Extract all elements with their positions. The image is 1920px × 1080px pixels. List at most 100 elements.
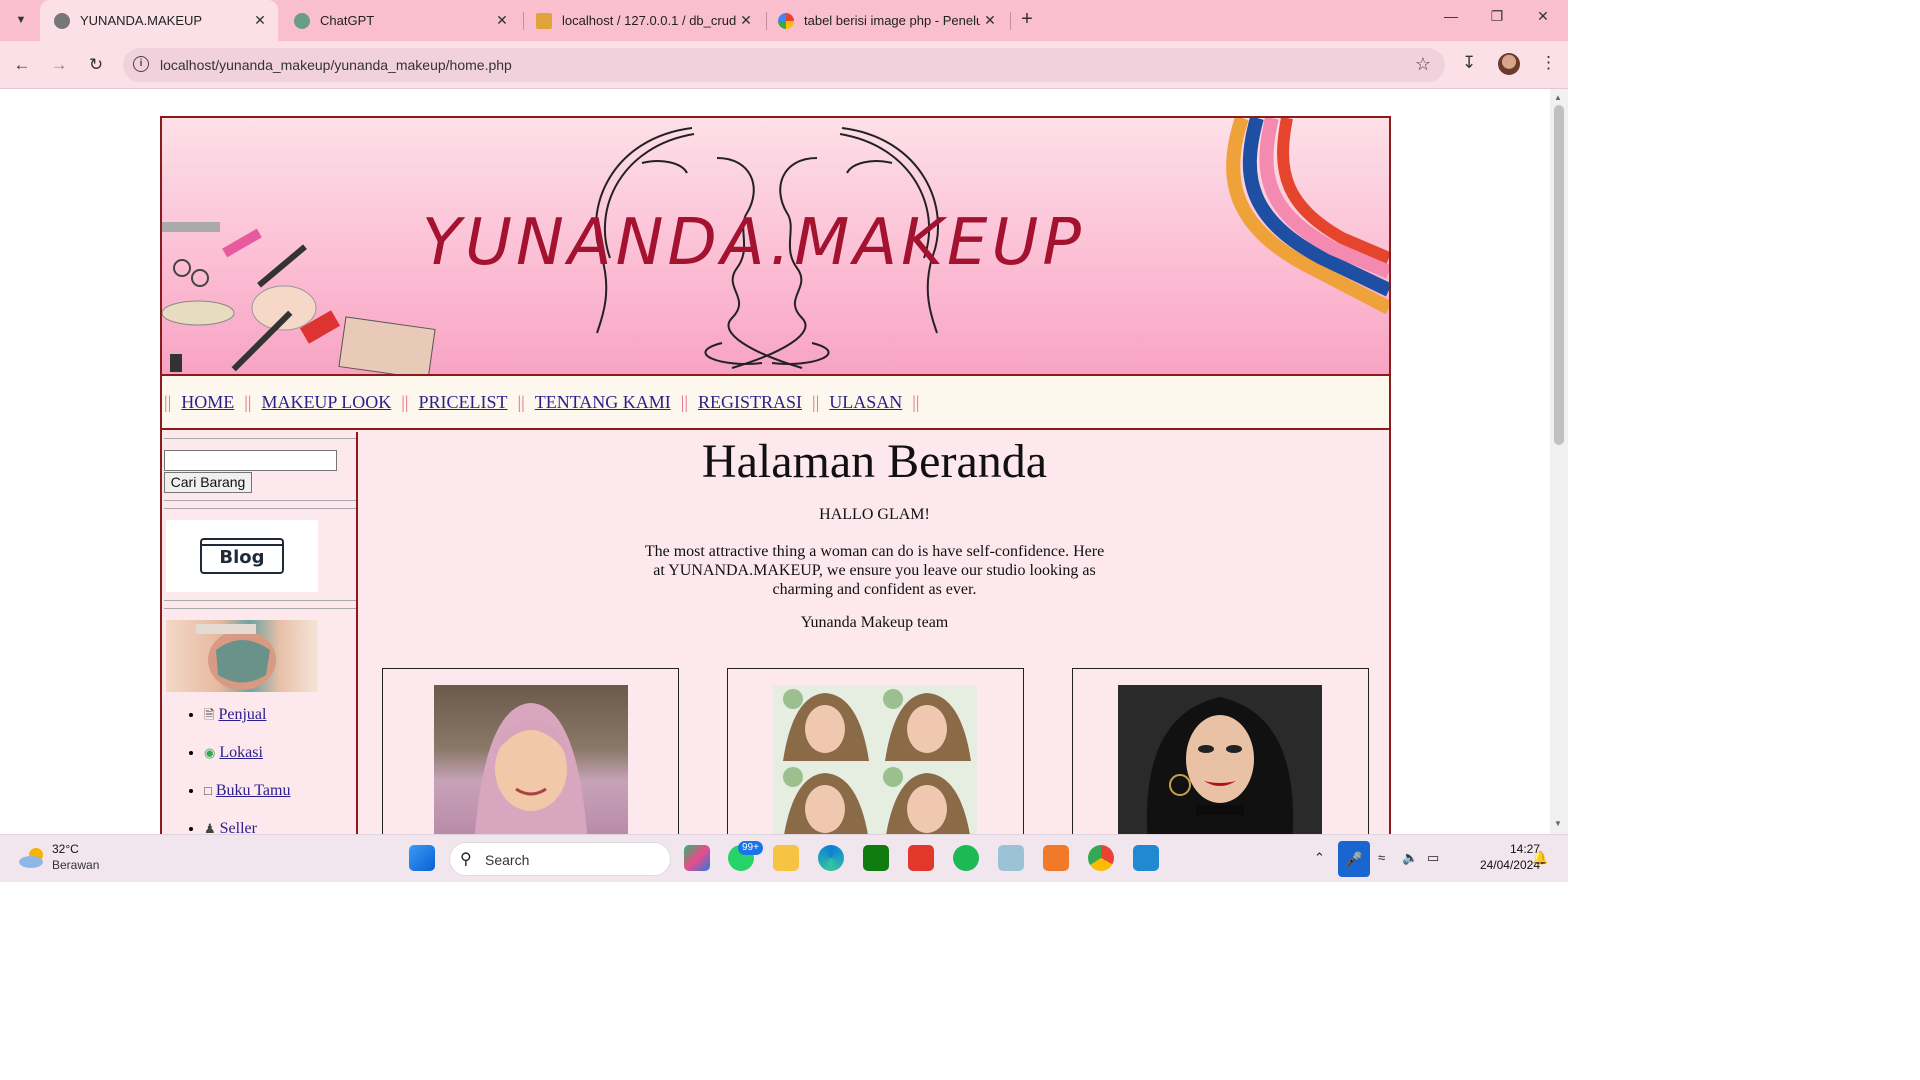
volume-icon[interactable]: 🔈 [1402, 850, 1418, 866]
reload-button[interactable]: ↻ [84, 53, 108, 77]
tab-title: ChatGPT [320, 13, 375, 28]
xbox-icon[interactable] [863, 845, 889, 871]
bookmark-star-icon[interactable]: ☆ [1415, 54, 1431, 75]
tab-phpmyadmin[interactable]: localhost / 127.0.0.1 / db_crud ✕ [522, 0, 764, 41]
divider [164, 608, 356, 610]
scroll-down-icon[interactable]: ▼ [1554, 819, 1562, 828]
divider [164, 508, 356, 510]
close-icon[interactable]: ✕ [980, 12, 1000, 29]
menu-separator: || [517, 391, 525, 412]
tab-chatgpt[interactable]: ChatGPT ✕ [280, 0, 520, 41]
search-input[interactable] [164, 450, 337, 471]
blog-image[interactable]: Blog [166, 520, 318, 592]
list-item: 🗎Penjual [204, 706, 290, 744]
profile-avatar[interactable] [1498, 53, 1520, 75]
globe-icon [54, 12, 70, 29]
back-button[interactable]: ← [10, 53, 34, 77]
tab-google-search[interactable]: tabel berisi image php - Penelu ✕ [764, 0, 1008, 41]
copilot-icon[interactable] [684, 845, 710, 871]
weather-description[interactable]: Berawan [52, 858, 99, 872]
close-icon[interactable]: ✕ [492, 12, 512, 29]
file-explorer-icon[interactable] [773, 845, 799, 871]
windows-start-icon[interactable] [409, 845, 435, 871]
page-scrollbar[interactable]: ▲ ▼ [1550, 89, 1568, 834]
menu-registrasi[interactable]: REGISTRASI [698, 392, 802, 413]
xampp-icon[interactable] [1043, 845, 1069, 871]
facial-mask-image [166, 620, 318, 692]
tab-search-button[interactable]: ▼ [8, 7, 34, 33]
menu-makeup-look[interactable]: MAKEUP LOOK [261, 392, 391, 413]
app-icon[interactable] [998, 845, 1024, 871]
address-bar[interactable]: i localhost/yunanda_makeup/yunanda_makeu… [123, 48, 1445, 82]
scroll-up-icon[interactable]: ▲ [1554, 93, 1562, 102]
clock-date[interactable]: 24/04/2024 [1455, 858, 1540, 872]
gallery-card [1072, 668, 1369, 836]
cloud-sun-icon[interactable] [18, 847, 46, 869]
site-info-icon[interactable]: i [133, 56, 149, 72]
browser-toolbar: ← → ↻ i localhost/yunanda_makeup/yunanda… [0, 41, 1568, 89]
weather-temperature[interactable]: 32°C [52, 842, 79, 856]
menu-ulasan[interactable]: ULASAN [829, 392, 902, 413]
close-icon[interactable]: ✕ [250, 12, 270, 29]
sidebar-link-list: 🗎Penjual ◉Lokasi □Buku Tamu ♟Seller [188, 706, 290, 836]
menu-separator: || [164, 391, 172, 412]
seller-card-icon: 🗎 [204, 707, 215, 722]
divider [164, 500, 356, 502]
url-text[interactable]: localhost/yunanda_makeup/yunanda_makeup/… [160, 57, 512, 73]
tab-strip: ▼ YUNANDA.MAKEUP ✕ ChatGPT ✕ localhost /… [0, 0, 1568, 41]
map-pin-icon: ◉ [204, 745, 216, 760]
link-penjual[interactable]: Penjual [218, 706, 266, 723]
battery-icon[interactable]: ▭ [1427, 850, 1439, 866]
clock-time[interactable]: 14:27 [1480, 842, 1540, 856]
phpmyadmin-icon [536, 12, 552, 29]
chrome-icon[interactable] [1088, 845, 1114, 871]
link-buku-tamu[interactable]: Buku Tamu [216, 782, 291, 799]
taskbar-search-label: Search [485, 852, 530, 868]
taskbar-search[interactable]: ⚲ Search [449, 842, 671, 876]
new-tab-button[interactable]: + [1016, 8, 1038, 31]
intro-paragraph: The most attractive thing a woman can do… [644, 543, 1105, 598]
search-button[interactable]: Cari Barang [164, 472, 252, 493]
notification-bell-icon[interactable]: 🔔 [1532, 850, 1548, 866]
vscode-icon[interactable] [1133, 845, 1159, 871]
tab-yunanda[interactable]: YUNANDA.MAKEUP ✕ [40, 0, 278, 41]
link-lokasi[interactable]: Lokasi [219, 744, 263, 761]
menu-pricelist[interactable]: PRICELIST [419, 392, 508, 413]
divider [164, 438, 356, 440]
chatgpt-icon [294, 12, 310, 29]
notification-badge: 99+ [738, 841, 763, 855]
gallery-photo[interactable] [1118, 685, 1322, 836]
site-banner: YUNANDA.MAKEUP [162, 118, 1389, 376]
download-icon[interactable]: ↧ [1462, 53, 1476, 73]
restore-button[interactable]: ❐ [1482, 8, 1512, 25]
menu-dots-icon[interactable]: ⋮ [1540, 53, 1557, 73]
close-icon[interactable]: ✕ [736, 12, 756, 29]
menu-tentang-kami[interactable]: TENTANG KAMI [535, 392, 671, 413]
gallery-photo[interactable] [434, 685, 628, 836]
list-item: □ Buku Tamu [204, 782, 290, 820]
tab-title: YUNANDA.MAKEUP [80, 13, 203, 28]
page-container: YUNANDA.MAKEUP || HOME || MAKEUP LOOK ||… [160, 116, 1391, 836]
sidebar: Cari Barang Blog 🗎Penjual ◉Lokasi [162, 432, 358, 836]
wps-office-icon[interactable] [908, 845, 934, 871]
gallery-photo[interactable] [773, 685, 977, 836]
chevron-up-icon[interactable]: ⌃ [1314, 850, 1325, 866]
menu-separator: || [912, 391, 920, 412]
menu-home[interactable]: HOME [181, 392, 234, 413]
window-close-button[interactable]: ✕ [1528, 8, 1558, 25]
tab-divider [1010, 12, 1011, 30]
scrollbar-thumb[interactable] [1554, 105, 1564, 445]
spotify-icon[interactable] [953, 845, 979, 871]
blog-image-text: Blog [219, 547, 265, 568]
gallery-card [382, 668, 679, 836]
forward-button[interactable]: → [47, 53, 71, 77]
tab-title: tabel berisi image php - Penelu [804, 13, 980, 28]
chevron-down-icon: ▼ [15, 14, 27, 26]
microphone-icon[interactable]: 🎤 [1338, 841, 1370, 877]
minimize-button[interactable]: — [1436, 8, 1466, 24]
greeting-text: HALLO GLAM! [819, 506, 930, 523]
edge-icon[interactable] [818, 845, 844, 871]
wifi-icon[interactable]: ≈ [1378, 850, 1385, 865]
page-title: Halaman Beranda [701, 435, 1048, 488]
guestbook-icon: □ [204, 783, 212, 798]
